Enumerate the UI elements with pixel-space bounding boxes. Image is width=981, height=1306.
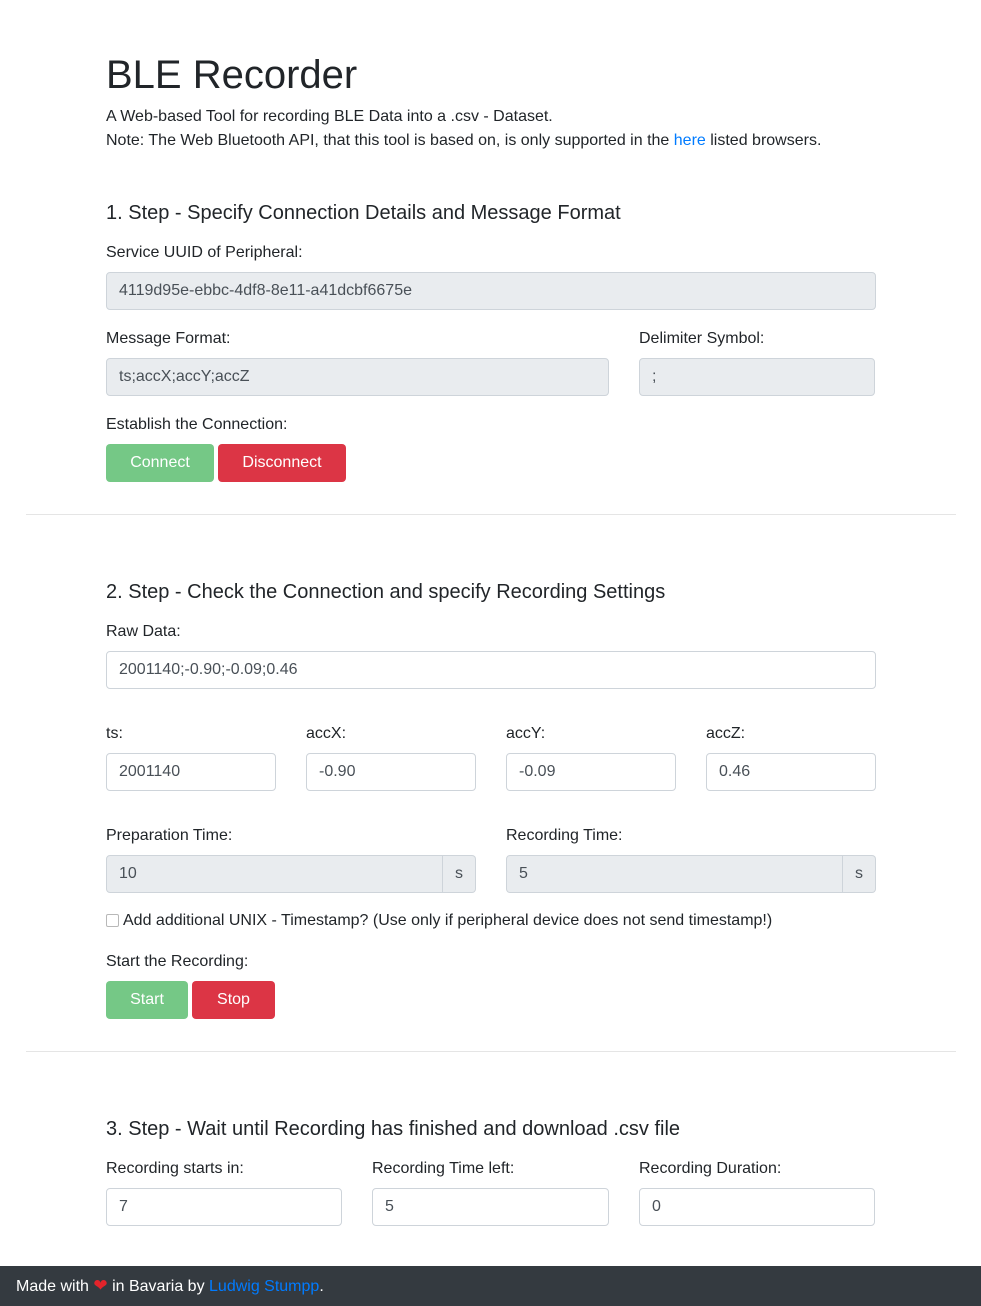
accy-input[interactable]: -0.09 [506,753,676,791]
preparation-time-input[interactable]: 10 [106,855,443,893]
recording-time-left-label: Recording Time left: [372,1160,515,1177]
accx-label: accX: [306,725,347,742]
browser-support-link[interactable]: here [674,132,706,149]
delimiter-label: Delimiter Symbol: [639,330,765,347]
recording-time-unit: s [843,855,876,893]
accy-label: accY: [506,725,546,742]
note-text-after: listed browsers. [705,132,822,149]
step3-heading: 3. Step - Wait until Recording has finis… [106,1118,681,1140]
accz-input[interactable]: 0.46 [706,753,876,791]
disconnect-button[interactable]: Disconnect [218,444,346,482]
preparation-time-unit: s [443,855,476,893]
author-link[interactable]: Ludwig Stumpp [209,1278,319,1295]
ts-label: ts: [106,725,123,742]
recording-time-input[interactable]: 5 [506,855,843,893]
recording-time-group: 5 s [506,855,876,893]
timestamp-checkbox[interactable] [106,914,119,927]
start-recording-label: Start the Recording: [106,953,249,970]
connect-button[interactable]: Connect [106,444,214,482]
browser-support-note: Note: The Web Bluetooth API, that this t… [106,129,821,153]
preparation-time-group: 10 s [106,855,476,893]
footer-period: . [319,1278,324,1295]
start-button[interactable]: Start [106,981,188,1019]
recording-duration-input[interactable]: 0 [639,1188,875,1226]
section-divider [26,514,956,515]
recording-duration-label: Recording Duration: [639,1160,782,1177]
raw-data-label: Raw Data: [106,623,181,640]
note-text-before: Note: The Web Bluetooth API, that this t… [106,132,674,149]
raw-data-input[interactable]: 2001140;-0.90;-0.09;0.46 [106,651,876,689]
footer: Made with ❤ in Bavaria by Ludwig Stumpp. [0,1266,981,1306]
preparation-time-label: Preparation Time: [106,827,233,844]
heart-icon: ❤ [93,1276,108,1295]
accx-input[interactable]: -0.90 [306,753,476,791]
recording-starts-input[interactable]: 7 [106,1188,342,1226]
uuid-label: Service UUID of Peripheral: [106,244,303,261]
footer-made-with: Made with [16,1278,89,1295]
recording-time-label: Recording Time: [506,827,623,844]
page-description: A Web-based Tool for recording BLE Data … [106,108,553,125]
stop-button[interactable]: Stop [192,981,275,1019]
section-divider [26,1051,956,1052]
recording-starts-label: Recording starts in: [106,1160,244,1177]
delimiter-input[interactable]: ; [639,358,875,396]
step1-heading: 1. Step - Specify Connection Details and… [106,202,621,224]
footer-in-bavaria: in Bavaria by [107,1278,210,1295]
message-format-input[interactable]: ts;accX;accY;accZ [106,358,609,396]
timestamp-checkbox-label: Add additional UNIX - Timestamp? (Use on… [123,912,773,929]
connection-label: Establish the Connection: [106,416,288,433]
step2-heading: 2. Step - Check the Connection and speci… [106,581,666,603]
recording-time-left-input[interactable]: 5 [372,1188,609,1226]
uuid-input[interactable]: 4119d95e-ebbc-4df8-8e11-a41dcbf6675e [106,272,876,310]
accz-label: accZ: [706,725,746,742]
page-title: BLE Recorder [106,53,358,97]
ts-input[interactable]: 2001140 [106,753,276,791]
message-format-label: Message Format: [106,330,231,347]
